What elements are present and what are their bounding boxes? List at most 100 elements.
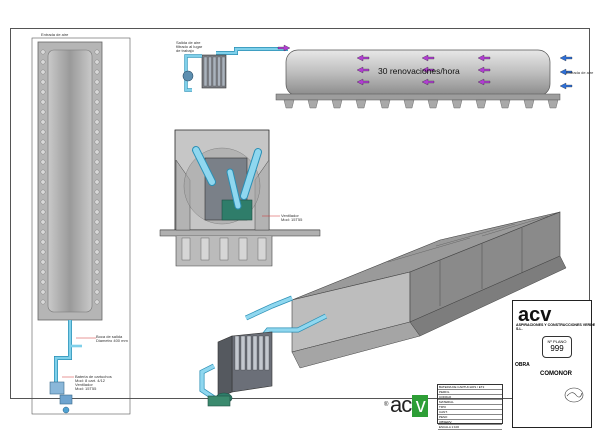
buttress: [475, 99, 487, 109]
post-marker: [94, 169, 100, 175]
label-de-trabajo: de trabajo: [176, 48, 194, 53]
obra-label: OBRA: [515, 362, 530, 368]
post-marker: [40, 89, 46, 95]
post-marker: [40, 259, 46, 265]
cartridge: [221, 56, 226, 87]
post-marker: [40, 199, 46, 205]
post-marker: [94, 149, 100, 155]
post-marker: [40, 139, 46, 145]
post-marker: [40, 249, 46, 255]
post-marker: [40, 299, 46, 305]
post-marker: [94, 159, 100, 165]
parts-table: BATERIA DE CARTUCHOS / ET2 PERFIL CODIGO…: [437, 384, 503, 430]
air-inlet-arrow-icon: [559, 54, 573, 62]
post-marker: [40, 49, 46, 55]
post-marker: [40, 239, 46, 245]
plano-box: Nº PLANO 999: [542, 336, 572, 358]
support-post: [200, 237, 210, 261]
post-marker: [40, 159, 46, 165]
technical-drawing: [31, 37, 573, 415]
post-marker: [94, 139, 100, 145]
logo-text: ac: [390, 392, 412, 417]
post-marker: [94, 49, 100, 55]
cartridge: [217, 56, 221, 87]
post-marker: [40, 99, 46, 105]
post-marker: [40, 269, 46, 275]
cartridge: [203, 56, 208, 87]
post-marker: [94, 199, 100, 205]
support-post: [219, 237, 229, 261]
logo-v: v: [412, 395, 429, 417]
post-marker: [94, 209, 100, 215]
post-marker: [94, 189, 100, 195]
air-inlet-arrow-icon: [559, 82, 573, 90]
cartridge: [240, 335, 246, 371]
cartridge: [234, 335, 240, 371]
registered-mark: ®: [384, 402, 389, 408]
post-marker: [94, 129, 100, 135]
buttress: [451, 99, 463, 109]
label-renovaciones: 30 renovaciones/hora: [378, 66, 460, 76]
label-bateria-4: Mod: 15T55: [75, 386, 97, 391]
post-marker: [94, 289, 100, 295]
buttress: [427, 99, 439, 109]
post-marker: [40, 79, 46, 85]
support-post: [257, 237, 267, 261]
buttress: [499, 99, 511, 109]
section-view-middle: [159, 129, 321, 267]
cartridge: [212, 56, 217, 87]
post-marker: [40, 289, 46, 295]
post-marker: [40, 109, 46, 115]
post-marker: [40, 279, 46, 285]
post-marker: [40, 209, 46, 215]
cartridge: [252, 335, 258, 371]
buttress: [547, 99, 559, 109]
post-marker: [94, 229, 100, 235]
post-marker: [94, 269, 100, 275]
post-marker: [40, 119, 46, 125]
elevation-view-top: [182, 47, 561, 109]
post-marker: [94, 259, 100, 265]
label-boca-salida-2: Diametro 400 mm: [96, 338, 128, 343]
cartridge: [208, 56, 212, 87]
post-marker: [40, 169, 46, 175]
post-marker: [94, 59, 100, 65]
post-marker: [94, 99, 100, 105]
post-marker: [94, 219, 100, 225]
post-marker: [40, 179, 46, 185]
support-post: [238, 237, 248, 261]
label-entrada-aire-left: Entrada de aire: [41, 32, 69, 37]
post-marker: [40, 189, 46, 195]
buttress: [523, 99, 535, 109]
cartridge: [264, 335, 270, 371]
post-marker: [94, 89, 100, 95]
post-marker: [40, 149, 46, 155]
post-marker: [40, 69, 46, 75]
table-row: ESCALA 1:100: [438, 425, 502, 430]
post-marker: [94, 179, 100, 185]
signature-stamp: [564, 387, 584, 403]
plan-view-left: [31, 37, 131, 415]
post-marker: [94, 109, 100, 115]
label-ventilador-mid-2: Mod: 15T55: [281, 217, 303, 222]
post-marker: [94, 249, 100, 255]
post-marker: [94, 119, 100, 125]
obra-name: COMONOR: [540, 371, 572, 377]
label-entrada-aire-right: Entrada de aire: [566, 70, 594, 75]
post-marker: [94, 79, 100, 85]
post-marker: [94, 69, 100, 75]
post-marker: [40, 129, 46, 135]
post-marker: [40, 229, 46, 235]
buttress: [379, 99, 391, 109]
buttress: [283, 99, 295, 109]
buttress: [331, 99, 343, 109]
cartridge: [246, 335, 252, 371]
post-marker: [40, 219, 46, 225]
support-post: [181, 237, 191, 261]
cartridge: [258, 335, 264, 371]
plano-number: 999: [550, 344, 564, 353]
acv-logo: ® ac v: [384, 392, 429, 418]
post-marker: [40, 59, 46, 65]
post-marker: [94, 299, 100, 305]
buttress: [403, 99, 415, 109]
